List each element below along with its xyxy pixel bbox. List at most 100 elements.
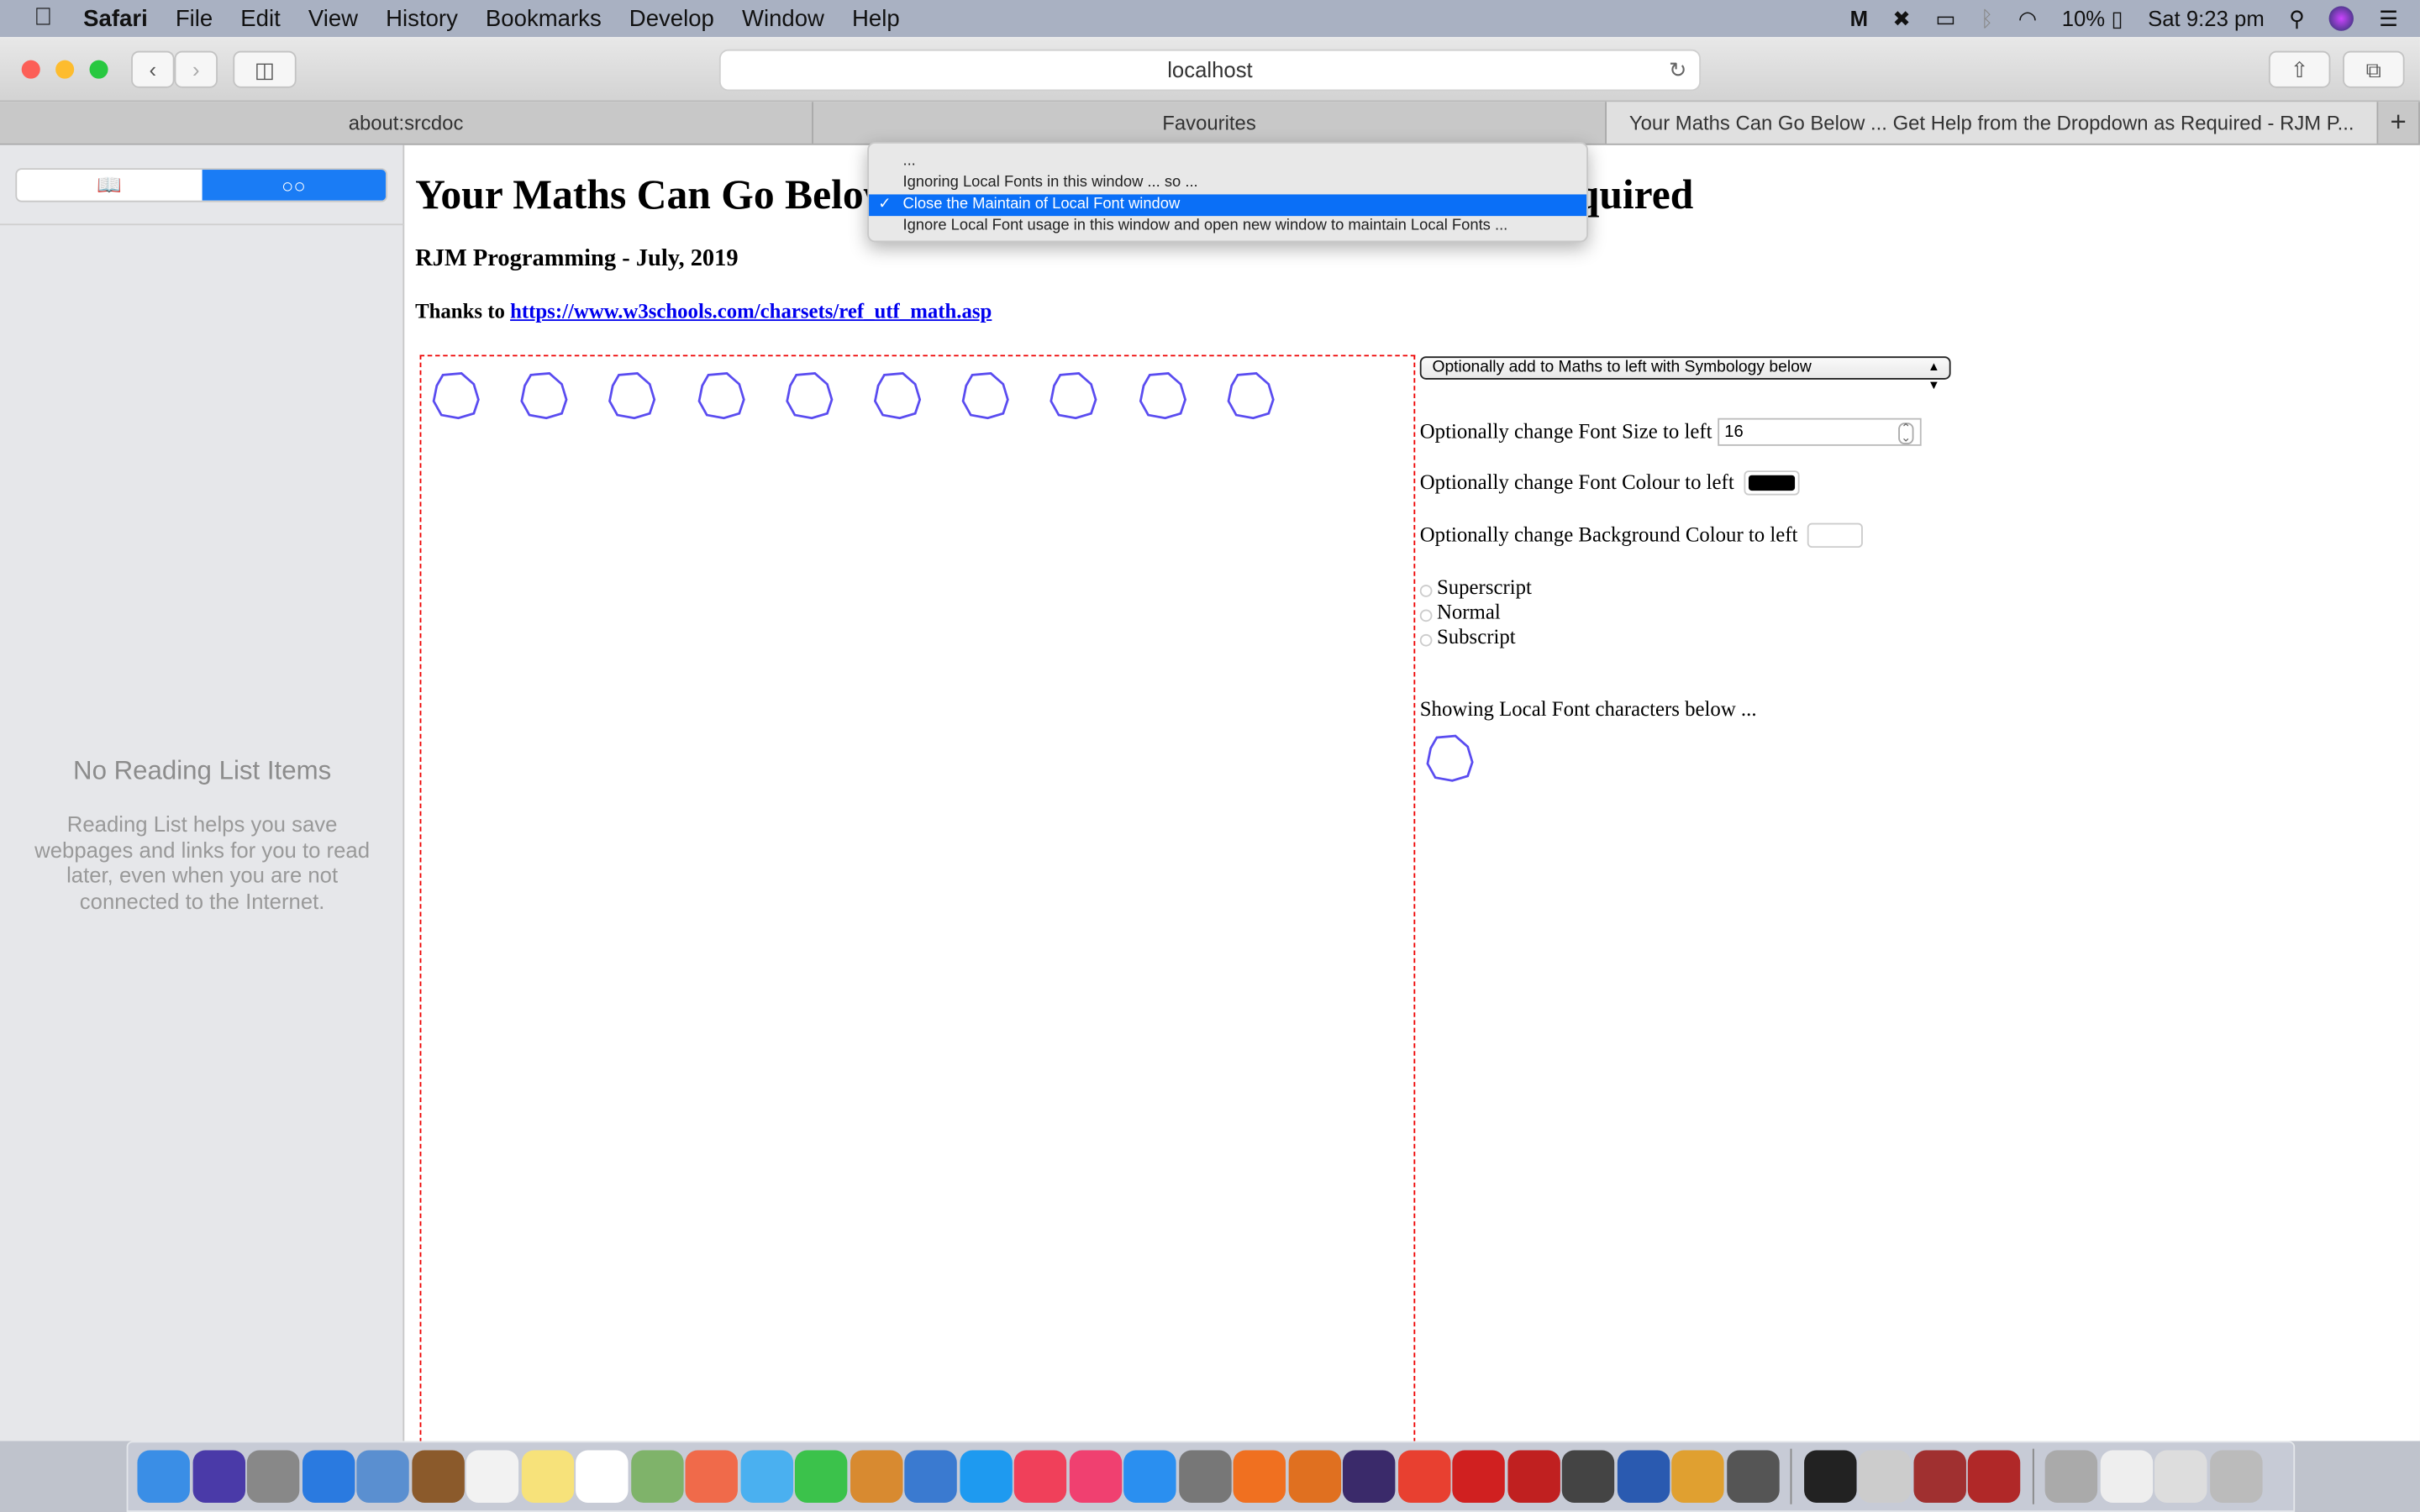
dock-app-icon[interactable] [1858,1450,1911,1503]
tab-srcdoc[interactable]: about:srcdoc [0,102,813,144]
font-size-label: Optionally change Font Size to left [1419,419,1712,444]
dock-app-icon[interactable] [1726,1450,1779,1503]
dock-app-icon[interactable] [2209,1450,2262,1503]
bg-colour-picker[interactable] [1807,522,1863,549]
reading-list-tab-icon[interactable]: ○○ [201,170,387,201]
back-button[interactable]: ‹ [131,50,175,88]
menu-window[interactable]: Window [742,5,824,31]
dock-app-icon[interactable] [1233,1450,1286,1503]
close-window-button[interactable] [21,60,40,79]
dock-app-icon[interactable] [685,1450,738,1503]
malwarebytes-icon[interactable]: M [1850,6,1868,30]
radio-superscript[interactable]: Superscript [1419,575,1532,600]
dock-app-icon[interactable] [2099,1450,2153,1503]
bluetooth-icon[interactable]: ᛒ [1981,6,1993,30]
dock-app-icon[interactable] [1671,1450,1724,1503]
dock-app-icon[interactable] [1178,1450,1231,1503]
tab-overview-button[interactable]: ⧉ [2343,50,2405,88]
menu-edit[interactable]: Edit [240,5,280,31]
toolbar: ‹ › ◫ localhost ↻ ⇧ ⧉ [0,37,2420,102]
wifi-icon[interactable]: ◠ [2018,5,2037,31]
dock-app-icon[interactable] [904,1450,957,1503]
reload-icon[interactable]: ↻ [1669,51,1687,90]
notification-center-icon[interactable]: ☰ [2379,5,2398,31]
new-tab-button[interactable]: + [2378,102,2420,144]
dock-app-icon[interactable] [356,1450,409,1503]
dock-app-icon[interactable] [1342,1450,1396,1503]
menu-option-ignoring-local-fonts[interactable]: Ignoring Local Fonts in this window ... … [869,173,1586,195]
dock-app-icon[interactable] [466,1450,519,1503]
font-size-input[interactable]: 16 ⌃ ⌄ [1718,417,1923,446]
dock-app-icon[interactable] [2044,1450,2098,1503]
tab-maths[interactable]: Your Maths Can Go Below ... Get Help fro… [1607,102,2379,144]
battery-icon[interactable]: ▯ [2112,5,2123,31]
checkmark-icon: ✓ [878,196,892,213]
dock-app-icon[interactable] [739,1450,793,1503]
siri-icon[interactable] [2329,6,2354,31]
dock-app-icon[interactable] [520,1450,574,1503]
dock-app-icon[interactable] [1013,1450,1067,1503]
radio-normal[interactable]: Normal [1419,600,1501,624]
share-button[interactable]: ⇧ [2268,50,2331,88]
menu-bookmarks[interactable]: Bookmarks [486,5,602,31]
page-subtitle: RJM Programming - July, 2019 [415,245,739,272]
safari-window: ‹ › ◫ localhost ↻ ⇧ ⧉ about:srcdoc Favour… [0,37,2420,1441]
web-content: Your Maths Can Go Below ... Get Help fro… [406,145,2420,1441]
dock-app-icon[interactable] [1616,1450,1670,1503]
dock-app-icon[interactable] [411,1450,464,1503]
forward-button[interactable]: › [174,50,218,88]
menu-option-ignore-and-open[interactable]: Ignore Local Font usage in this window a… [869,216,1586,238]
spotlight-icon[interactable]: ⚲ [2289,5,2305,31]
dock-app-icon[interactable] [630,1450,683,1503]
dock-app-icon[interactable] [137,1450,190,1503]
dock-app-icon[interactable] [2154,1450,2207,1503]
menu-file[interactable]: File [176,5,213,31]
dock-app-icon[interactable] [1803,1450,1856,1503]
sidebar-toggle-button[interactable]: ◫ [233,50,297,88]
dock-app-icon[interactable] [1561,1450,1615,1503]
apple-menu-icon[interactable]:  [34,5,52,33]
radio-button[interactable] [1419,609,1433,622]
dock-app-icon[interactable] [1452,1450,1505,1503]
radio-subscript[interactable]: Subscript [1419,625,1516,649]
menu-help[interactable]: Help [852,5,900,31]
address-bar[interactable]: localhost ↻ [718,49,1702,92]
zoom-window-button[interactable] [89,60,108,79]
dock-app-icon[interactable] [302,1450,355,1503]
dock-app-icon[interactable] [1123,1450,1176,1503]
dock-app-icon[interactable] [192,1450,245,1503]
thanks-line: Thanks to https://www.w3schools.com/char… [415,299,992,323]
dock-app-icon[interactable] [1068,1450,1122,1503]
bg-colour-label: Optionally change Background Colour to l… [1419,522,1798,547]
avast-icon[interactable]: ✖ [1892,5,1911,31]
dock-app-icon[interactable] [576,1450,629,1503]
dock-app-icon[interactable] [1397,1450,1450,1503]
dock-app-icon[interactable] [1287,1450,1341,1503]
symbology-select[interactable]: Optionally add to Maths to left with Sym… [1419,356,1951,392]
dock-app-icon[interactable] [850,1450,902,1503]
minimize-window-button[interactable] [55,60,75,79]
menu-option-close-maintain[interactable]: ✓ Close the Maintain of Local Font window [869,194,1587,217]
dock-app-icon[interactable] [959,1450,1012,1503]
math-glyph [520,372,568,420]
stepper-icon[interactable]: ⌃ ⌄ [1897,422,1915,444]
airplay-icon[interactable]: ▭ [1935,5,1955,31]
menu-app-name[interactable]: Safari [83,5,148,31]
menu-option-ellipsis[interactable]: ... [869,151,1586,173]
menu-history[interactable]: History [386,5,458,31]
dock-app-icon[interactable] [246,1450,300,1503]
menu-develop[interactable]: Develop [629,5,714,31]
tab-favourites[interactable]: Favourites [813,102,1607,144]
dock-app-icon[interactable] [794,1450,848,1503]
radio-button[interactable] [1419,585,1433,597]
dock-app-icon[interactable] [1507,1450,1560,1503]
menu-view[interactable]: View [308,5,358,31]
dock-app-icon[interactable] [1967,1450,2021,1503]
font-colour-picker[interactable] [1743,470,1799,496]
bookmarks-tab-icon[interactable]: 📖 [17,170,201,201]
radio-button[interactable] [1419,633,1433,647]
dock-app-icon[interactable] [1912,1450,1966,1503]
clock[interactable]: Sat 9:23 pm [2148,6,2265,30]
maths-editable-area[interactable] [419,354,1416,1441]
w3schools-link[interactable]: https://www.w3schools.com/charsets/ref_u… [510,299,992,323]
